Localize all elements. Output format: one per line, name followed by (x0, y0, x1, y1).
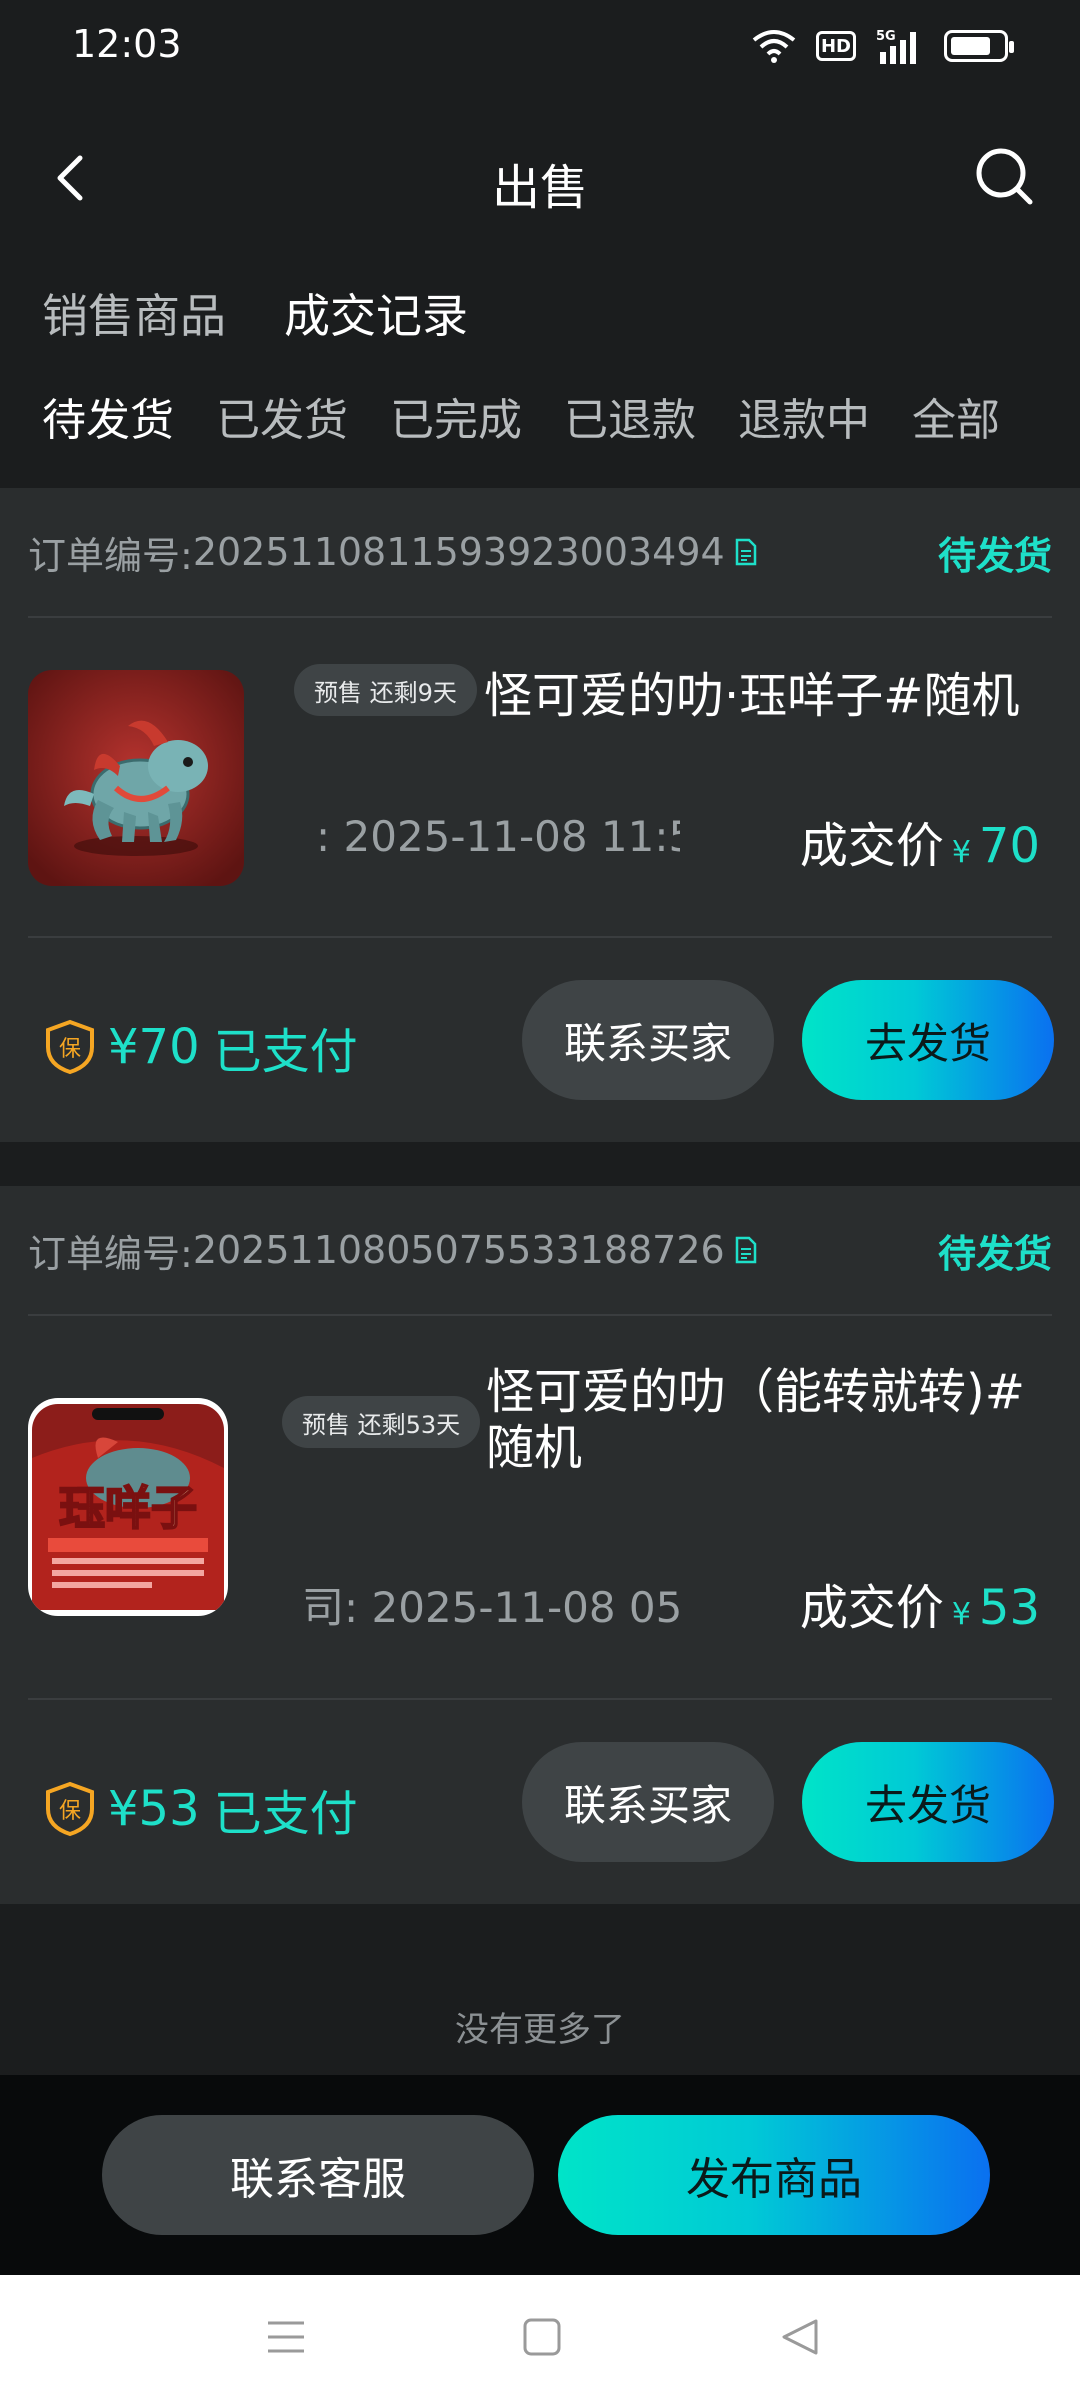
battery-icon (944, 30, 1014, 62)
order-status: 待发货 (937, 533, 1052, 578)
signal-icon: 5G (876, 29, 916, 64)
product-title[interactable]: 怪可爱的叻·珏咩子#随机 (484, 668, 1044, 724)
tab-shipped[interactable]: 已发货 (216, 384, 348, 448)
tab-all[interactable]: 全部 (912, 384, 1000, 448)
contact-service-button[interactable]: 联系客服 (102, 2115, 534, 2235)
paid-amount: ¥70 (108, 1019, 200, 1075)
main-tabs: 销售商品 成交记录 (42, 280, 468, 346)
product-title[interactable]: 怪可爱的叻（能转就转)#随机 (486, 1364, 1046, 1476)
status-time: 12:03 (72, 22, 182, 66)
page-title: 出售 (491, 160, 588, 216)
ship-button[interactable]: 去发货 (802, 1742, 1054, 1862)
no-more-text: 没有更多了 (455, 2010, 625, 2050)
tab-refunding[interactable]: 退款中 (738, 384, 870, 448)
presale-badge: 预售 还剩9天 (294, 664, 477, 716)
order-number-label: 订单编号: (28, 1231, 193, 1276)
deal-price-label: 成交价 (799, 1580, 944, 1636)
order-number: 2025110811593923003494 (192, 530, 725, 574)
status-icons: HD 5G (752, 28, 1014, 64)
publish-item-button[interactable]: 发布商品 (558, 2115, 990, 2235)
deal-price-currency: ¥ (951, 1597, 971, 1632)
shield-guarantee-icon: 保 (46, 1781, 94, 1837)
app-header: 出售 (0, 120, 1080, 236)
tab-pending-shipment[interactable]: 待发货 (42, 384, 174, 448)
svg-text:5G: 5G (876, 29, 896, 44)
deal-time: 司: 2025-11-08 05 (302, 1583, 682, 1632)
card-divider (28, 1698, 1052, 1700)
status-tabs: 待发货 已发货 已完成 已退款 退款中 全部 (42, 384, 1000, 448)
order-header: 订单编号: 2025110805075533188726 待发货 (28, 1186, 1052, 1316)
order-number-label: 订单编号: (28, 533, 193, 578)
order-card[interactable]: 订单编号: 2025110811593923003494 待发货 预售 还剩9天… (0, 488, 1080, 1142)
poster-title-text: 珏咩子 (59, 1481, 197, 1535)
deal-price-label: 成交价 (799, 818, 944, 874)
deal-price: 成交价 ¥ 53 (800, 1568, 1040, 1638)
svg-text:保: 保 (59, 1799, 81, 1824)
deal-price-value: 70 (978, 818, 1040, 874)
search-icon[interactable] (972, 144, 1036, 208)
deal-time: : 2025-11-08 11:59 (316, 812, 680, 861)
shield-guarantee-icon: 保 (46, 1019, 94, 1075)
order-status: 待发货 (937, 1231, 1052, 1276)
poster-image: 珏咩子 (32, 1404, 224, 1610)
hd-voice-icon: HD (816, 31, 856, 61)
paid-label: 已支付 (213, 1786, 358, 1842)
tab-completed[interactable]: 已完成 (390, 384, 522, 448)
dragon-figure-image (28, 670, 244, 886)
bottom-action-bar: 联系客服 发布商品 (0, 2075, 1080, 2275)
paid-status: 保 ¥70 已支付 (44, 1012, 358, 1082)
tab-sales-items[interactable]: 销售商品 (42, 280, 226, 346)
home-icon[interactable] (522, 2315, 562, 2359)
deal-price: 成交价 ¥ 70 (800, 806, 1040, 876)
deal-price-currency: ¥ (951, 835, 971, 870)
tab-deal-records[interactable]: 成交记录 (284, 280, 468, 346)
card-divider (28, 936, 1052, 938)
system-nav-bar (0, 2275, 1080, 2408)
svg-text:保: 保 (59, 1037, 81, 1062)
tab-refunded[interactable]: 已退款 (564, 384, 696, 448)
paid-status: 保 ¥53 已支付 (44, 1774, 358, 1844)
product-image[interactable] (28, 670, 244, 886)
copy-doc-icon[interactable] (735, 538, 757, 566)
order-number: 2025110805075533188726 (192, 1228, 725, 1272)
order-card[interactable]: 订单编号: 2025110805075533188726 待发货 珏咩子 预售 … (0, 1186, 1080, 1904)
ship-button[interactable]: 去发货 (802, 980, 1054, 1100)
paid-amount: ¥53 (108, 1781, 200, 1837)
nav-back-icon[interactable] (778, 2315, 822, 2359)
deal-price-value: 53 (978, 1580, 1040, 1636)
presale-badge: 预售 还剩53天 (282, 1396, 481, 1448)
order-header: 订单编号: 2025110811593923003494 待发货 (28, 488, 1052, 618)
copy-doc-icon[interactable] (735, 1236, 757, 1264)
paid-label: 已支付 (213, 1024, 358, 1080)
contact-buyer-button[interactable]: 联系买家 (522, 980, 774, 1100)
status-bar: 12:03 HD 5G (0, 0, 1080, 96)
recent-apps-icon[interactable] (264, 2315, 308, 2359)
product-image[interactable]: 珏咩子 (28, 1398, 228, 1616)
contact-buyer-button[interactable]: 联系买家 (522, 1742, 774, 1862)
wifi-icon (752, 30, 796, 63)
